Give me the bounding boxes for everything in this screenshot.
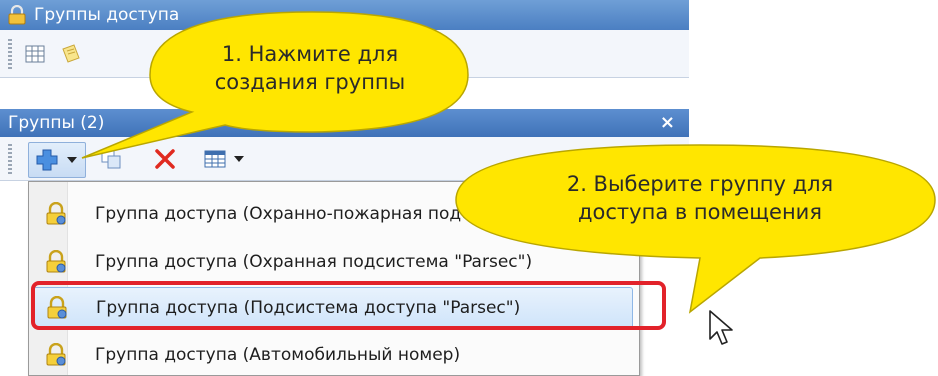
callout-2-line2: доступа в помещения (578, 200, 822, 224)
callout-2-text: 2. Выберите группу для доступа в помещен… (520, 170, 880, 226)
callout-2-line1: 2. Выберите группу для (566, 172, 834, 196)
